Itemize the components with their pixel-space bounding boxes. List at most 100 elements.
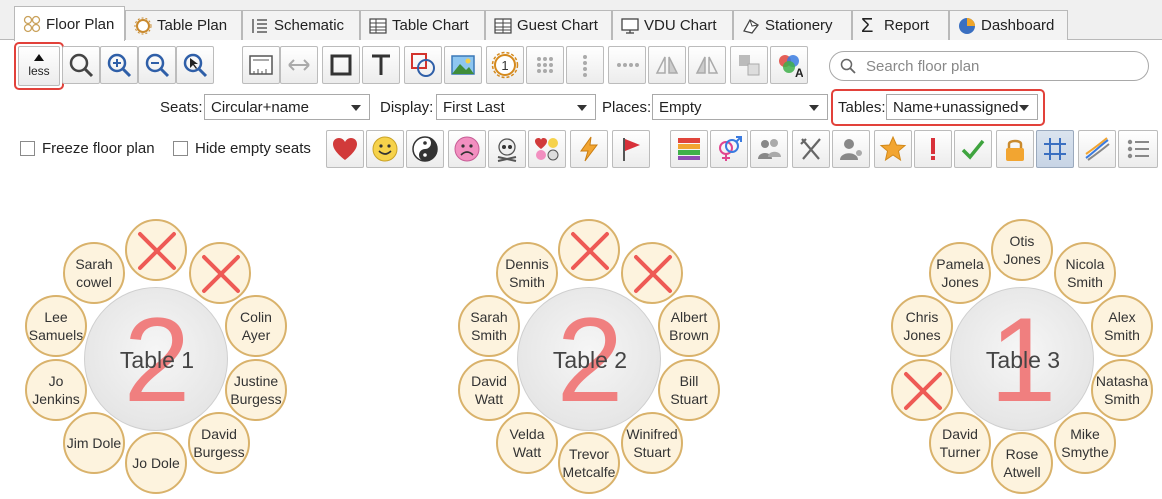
- seat[interactable]: David Watt: [458, 359, 520, 421]
- gender-button[interactable]: [710, 130, 748, 168]
- arrange-button[interactable]: [730, 46, 768, 84]
- search-box[interactable]: [829, 51, 1149, 81]
- friends-button[interactable]: [366, 130, 404, 168]
- stationery-icon: [742, 17, 760, 35]
- dislike-button[interactable]: [448, 130, 486, 168]
- seats-dropdown[interactable]: Circular+name: [204, 94, 370, 120]
- freeze-checkbox[interactable]: [20, 141, 35, 156]
- seat[interactable]: Justine Burgess: [225, 359, 287, 421]
- smiley-icon: [372, 136, 398, 162]
- seat[interactable]: Dennis Smith: [496, 242, 558, 304]
- flag-button[interactable]: [612, 130, 650, 168]
- text-icon: [372, 54, 390, 75]
- rectangle-button[interactable]: [322, 46, 360, 84]
- vertical-seats-button[interactable]: [566, 46, 604, 84]
- tab-label: Floor Plan: [46, 15, 115, 33]
- links-button[interactable]: [1078, 130, 1116, 168]
- links-icon: [1085, 137, 1110, 161]
- lock-button[interactable]: [996, 130, 1034, 168]
- hide-empty-label: Hide empty seats: [195, 140, 311, 157]
- enemies-button[interactable]: [488, 130, 526, 168]
- seat[interactable]: Bill Stuart: [658, 359, 720, 421]
- seat-empty[interactable]: [891, 359, 953, 421]
- tab-schematic[interactable]: Schematic: [242, 10, 360, 40]
- confirmed-button[interactable]: [954, 130, 992, 168]
- seat-empty[interactable]: [558, 219, 620, 281]
- table[interactable]: 2 Table 2: [517, 287, 661, 431]
- floor-plan-canvas[interactable]: 2 Table 1 Colin Ayer Justine Burgess Dav…: [0, 178, 1162, 499]
- ruler-icon: [249, 55, 273, 75]
- dot-row-icon: [617, 63, 639, 67]
- places-dropdown[interactable]: Empty: [652, 94, 828, 120]
- tab-table-plan[interactable]: Table Plan: [125, 10, 242, 40]
- relationship-icon: [535, 138, 559, 161]
- tab-floor-plan[interactable]: Floor Plan: [14, 6, 125, 41]
- seat[interactable]: Pamela Jones: [929, 242, 991, 304]
- measure-button[interactable]: [280, 46, 318, 84]
- image-icon: [451, 55, 475, 75]
- like-button[interactable]: [326, 130, 364, 168]
- table-number-button[interactable]: 1: [486, 46, 524, 84]
- zoom-select-button[interactable]: [176, 46, 214, 84]
- tab-report[interactable]: Σ Report: [852, 10, 949, 40]
- flip-horizontal-button[interactable]: [648, 46, 686, 84]
- alert-button[interactable]: [914, 130, 952, 168]
- checkmark-icon: [961, 139, 985, 160]
- grid-seats-button[interactable]: [526, 46, 564, 84]
- flip-vertical-button[interactable]: [688, 46, 726, 84]
- seat[interactable]: Jo Jenkins: [25, 359, 87, 421]
- conflict-button[interactable]: [570, 130, 608, 168]
- search-input[interactable]: [864, 56, 1134, 76]
- seat-empty[interactable]: [189, 242, 251, 304]
- tab-table-chart[interactable]: Table Chart: [360, 10, 485, 40]
- search-zoom-button[interactable]: [62, 46, 100, 84]
- seat[interactable]: Lee Samuels: [25, 295, 87, 357]
- seat-empty[interactable]: [621, 242, 683, 304]
- hide-empty-checkbox[interactable]: [173, 141, 188, 156]
- cutlery-icon: [800, 138, 821, 160]
- text-button[interactable]: [362, 46, 400, 84]
- tab-stationery[interactable]: Stationery: [733, 10, 852, 40]
- display-dropdown[interactable]: First Last: [436, 94, 596, 120]
- guest-type-button[interactable]: [832, 130, 870, 168]
- seat[interactable]: Velda Watt: [496, 412, 558, 474]
- seat[interactable]: Otis Jones: [991, 219, 1053, 281]
- seat[interactable]: Sarah Smith: [458, 295, 520, 357]
- list-button[interactable]: [1118, 130, 1158, 168]
- colour-bars-button[interactable]: [670, 130, 708, 168]
- seat[interactable]: Albert Brown: [658, 295, 720, 357]
- tab-dashboard[interactable]: Dashboard: [949, 10, 1068, 40]
- grid-button[interactable]: [1036, 130, 1074, 168]
- seat[interactable]: Nicola Smith: [1054, 242, 1116, 304]
- neutral-button[interactable]: [406, 130, 444, 168]
- meals-button[interactable]: [792, 130, 830, 168]
- shapes-button[interactable]: [404, 46, 442, 84]
- relationship-button[interactable]: [528, 130, 566, 168]
- seat[interactable]: Natasha Smith: [1091, 359, 1153, 421]
- horizontal-seats-button[interactable]: [608, 46, 646, 84]
- vip-button[interactable]: [874, 130, 912, 168]
- seat-empty[interactable]: [125, 219, 187, 281]
- table[interactable]: 2 Table 1: [84, 287, 228, 431]
- seat[interactable]: Alex Smith: [1091, 295, 1153, 357]
- ruler-button[interactable]: [242, 46, 280, 84]
- zoom-in-button[interactable]: [100, 46, 138, 84]
- table[interactable]: 1 Table 3: [950, 287, 1094, 431]
- groups-button[interactable]: [750, 130, 788, 168]
- seat[interactable]: Trevor Metcalfe: [558, 432, 620, 494]
- seat[interactable]: Winifred Stuart: [621, 412, 683, 474]
- colour-font-button[interactable]: A: [770, 46, 808, 84]
- seat[interactable]: Rose Atwell: [991, 432, 1053, 494]
- tab-guest-chart[interactable]: Guest Chart: [485, 10, 612, 40]
- tab-vdu-chart[interactable]: VDU Chart: [612, 10, 733, 40]
- seat[interactable]: Jo Dole: [125, 432, 187, 494]
- seat[interactable]: Sarah cowel: [63, 242, 125, 304]
- seat[interactable]: Mike Smythe: [1054, 412, 1116, 474]
- image-button[interactable]: [444, 46, 482, 84]
- seat[interactable]: David Turner: [929, 412, 991, 474]
- seat[interactable]: David Burgess: [188, 412, 250, 474]
- seat[interactable]: Chris Jones: [891, 295, 953, 357]
- seat[interactable]: Colin Ayer: [225, 295, 287, 357]
- seat[interactable]: Jim Dole: [63, 412, 125, 474]
- zoom-out-button[interactable]: [138, 46, 176, 84]
